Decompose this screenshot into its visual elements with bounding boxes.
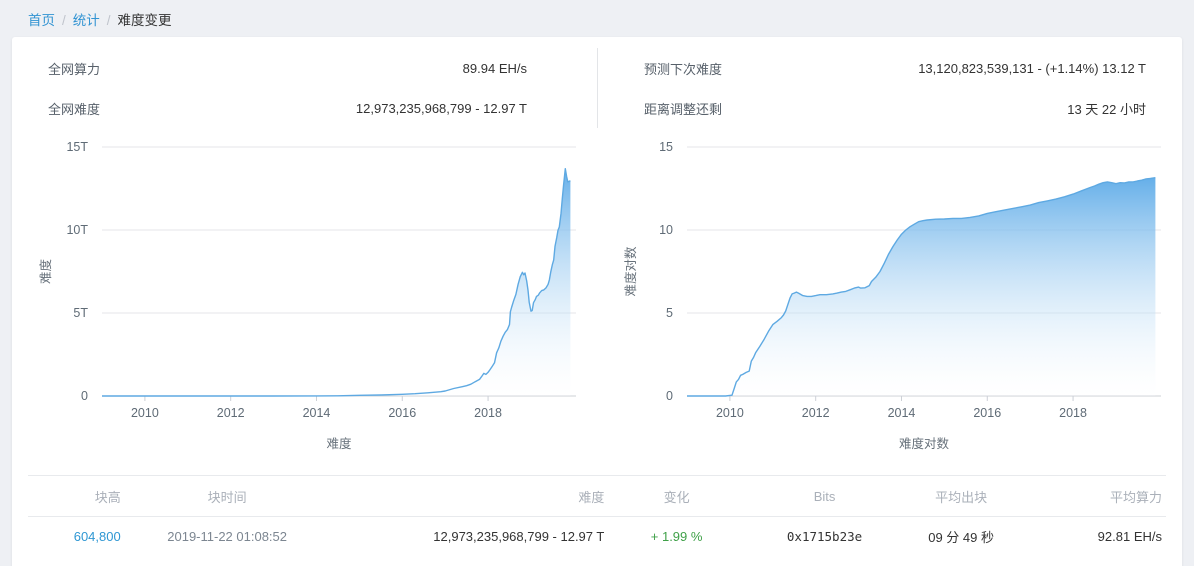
breadcrumb-current-page: 难度变更 (117, 13, 172, 28)
cell-difficulty: 12,973,235,968,799 - 12.97 T (433, 529, 605, 545)
svg-text:难度对数: 难度对数 (623, 246, 638, 297)
stat-row-network-difficulty: 全网难度 12,973,235,968,799 - 12.97 T (48, 88, 527, 128)
breadcrumb-separator: / (106, 13, 111, 28)
svg-text:难度: 难度 (38, 259, 53, 285)
stat-row-network-hashrate: 全网算力 89.94 EH/s (48, 48, 527, 88)
svg-text:2012: 2012 (802, 406, 830, 420)
stat-row-predicted-next-difficulty: 预测下次难度 13,120,823,539,131 - (+1.14%) 13.… (644, 48, 1146, 88)
stat-value: 89.94 EH/s (462, 60, 527, 76)
header-avg-hashrate: 平均算力 (1018, 475, 1166, 517)
stat-value: 13,120,823,539,131 - (+1.14%) 13.12 T (918, 60, 1146, 76)
difficulty-chart-canvas[interactable]: 05T10T15T2010 2012 2014 2016 2018难度难度 (12, 135, 597, 465)
difficulty-log-chart-canvas[interactable]: 0510152010 2012 2014 2016 2018难度对数难度对数 (597, 135, 1182, 465)
header-block-height: 块高 (28, 475, 125, 517)
svg-text:0: 0 (81, 389, 88, 403)
charts-row: 0 5T 10T 15T 2010 2012 2014 2016 2018 难度 难度 0 5 10 15… (12, 135, 1182, 465)
breadcrumb-link-home[interactable]: 首页 (28, 13, 55, 28)
svg-text:2018: 2018 (1059, 406, 1087, 420)
svg-text:0: 0 (666, 389, 673, 403)
svg-text:2014: 2014 (303, 406, 331, 420)
cell-block-time: 2019-11-22 01:08:52 (167, 529, 287, 545)
table-row: 604,800 2019-11-22 01:08:52 12,973,235,9… (28, 517, 1166, 557)
stats-summary: 全网算力 89.94 EH/s 全网难度 12,973,235,968,799 … (12, 37, 1182, 128)
stat-label: 距离调整还剩 (644, 101, 723, 117)
stat-label: 全网难度 (48, 101, 101, 117)
stats-col-left: 全网算力 89.94 EH/s 全网难度 12,973,235,968,799 … (12, 48, 597, 128)
breadcrumb: 首页 / 统计 / 难度变更 (0, 0, 1194, 37)
breadcrumb-link-statistics[interactable]: 统计 (73, 13, 100, 28)
header-difficulty: 难度 (329, 475, 609, 517)
header-avg-block-time: 平均出块 (904, 475, 1018, 517)
block-height-link[interactable]: 604,800 (74, 529, 121, 544)
svg-text:15T: 15T (66, 140, 88, 154)
header-change: 变化 (608, 475, 745, 517)
svg-text:2018: 2018 (474, 406, 502, 420)
cell-avg-block-time: 09 分 49 秒 (928, 530, 994, 546)
breadcrumb-separator: / (62, 13, 66, 28)
difficulty-log-chart[interactable]: 0 5 10 15 2010 2012 2014 2016 2018 难度对数 难度对数 (597, 135, 1182, 465)
stat-label: 全网算力 (48, 61, 101, 77)
svg-text:15: 15 (659, 140, 673, 154)
svg-text:10: 10 (659, 223, 673, 237)
svg-text:2012: 2012 (217, 406, 245, 420)
header-block-time: 块时间 (124, 475, 330, 517)
svg-text:2014: 2014 (888, 406, 916, 420)
svg-text:10T: 10T (66, 223, 88, 237)
stat-row-time-to-adjustment: 距离调整还剩 13 天 22 小时 (644, 88, 1146, 128)
svg-text:2010: 2010 (131, 406, 159, 420)
difficulty-table: 块高 块时间 难度 变化 Bits 平均出块 平均算力 604,800 2019… (28, 475, 1166, 557)
svg-text:难度对数: 难度对数 (899, 436, 950, 451)
svg-text:2016: 2016 (973, 406, 1001, 420)
svg-text:2016: 2016 (388, 406, 416, 420)
stats-col-right: 预测下次难度 13,120,823,539,131 - (+1.14%) 13.… (597, 48, 1182, 128)
svg-text:5T: 5T (73, 306, 88, 320)
svg-text:2010: 2010 (716, 406, 744, 420)
difficulty-chart[interactable]: 0 5T 10T 15T 2010 2012 2014 2016 2018 难度 难度 (12, 135, 597, 465)
main-panel: 全网算力 89.94 EH/s 全网难度 12,973,235,968,799 … (12, 37, 1182, 566)
header-bits: Bits (744, 475, 905, 517)
cell-avg-hashrate: 92.81 EH/s (1097, 529, 1162, 545)
cell-change: + 1.99 % (650, 529, 703, 545)
stat-value: 13 天 22 小时 (1067, 101, 1146, 117)
svg-text:5: 5 (666, 306, 673, 320)
stat-value: 12,973,235,968,799 - 12.97 T (355, 100, 527, 116)
stat-label: 预测下次难度 (644, 61, 723, 77)
table-header-row: 块高 块时间 难度 变化 Bits 平均出块 平均算力 (28, 475, 1166, 517)
cell-bits: 0x1715b23e (786, 529, 863, 545)
svg-text:难度: 难度 (326, 436, 352, 451)
